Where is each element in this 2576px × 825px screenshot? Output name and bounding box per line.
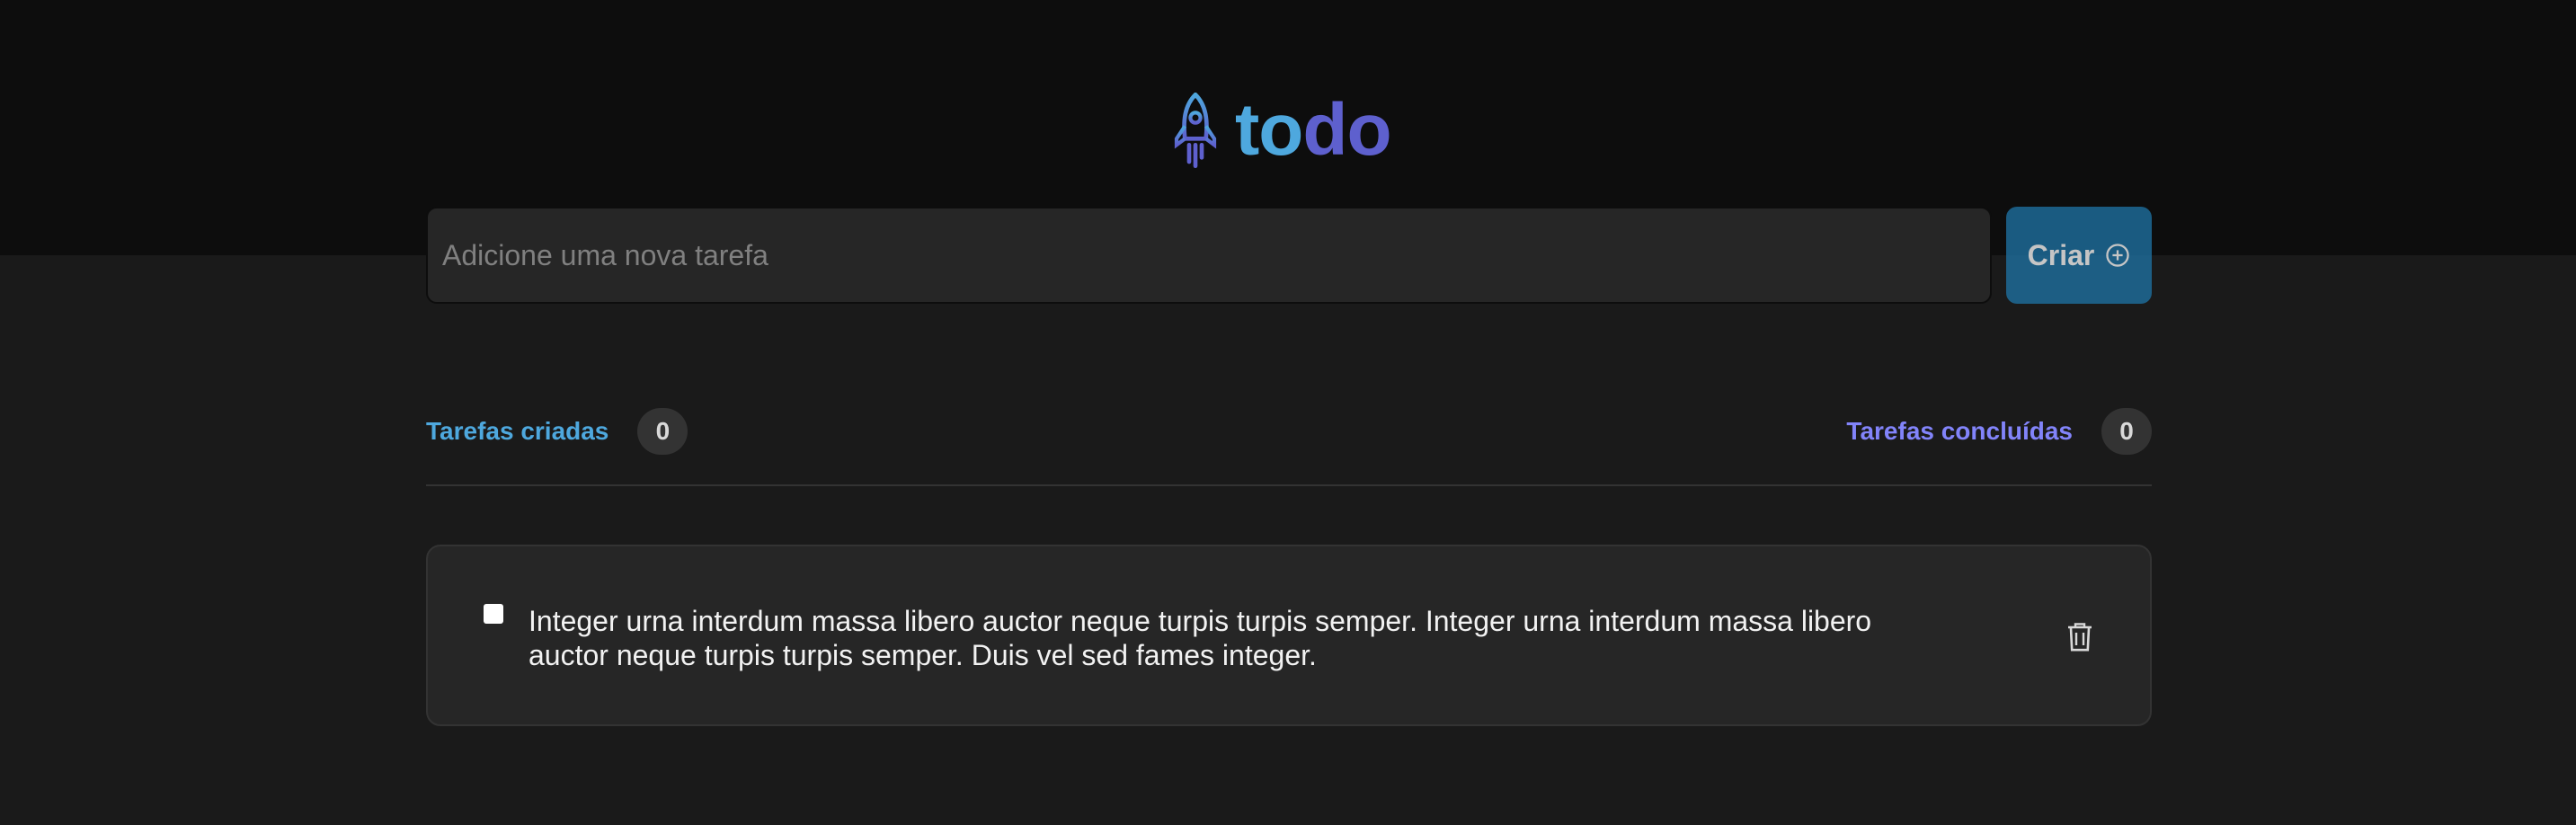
divider (426, 484, 2152, 486)
created-label: Tarefas criadas (426, 417, 609, 445)
done-counter: Tarefas concluídas 0 (1846, 408, 2152, 455)
plus-circle-icon (2106, 244, 2130, 267)
new-task-input[interactable] (426, 207, 1992, 304)
task-item: Integer urna interdum massa libero aucto… (426, 545, 2152, 726)
created-counter: Tarefas criadas 0 (426, 408, 688, 455)
task-text: Integer urna interdum massa libero aucto… (529, 605, 1872, 671)
logo-text-to: to (1235, 89, 1303, 171)
done-count-badge: 0 (2101, 408, 2152, 455)
created-count-badge: 0 (637, 408, 688, 455)
task-counters: Tarefas criadas 0 Tarefas concluídas 0 (426, 408, 2152, 455)
logo-text-do: do (1302, 89, 1391, 171)
done-label: Tarefas concluídas (1846, 417, 2073, 445)
rocket-icon (1174, 93, 1217, 168)
logo: todo (1168, 90, 1392, 171)
task-checkbox[interactable] (484, 604, 503, 624)
new-task-form: Criar (426, 207, 2152, 304)
create-button-label: Criar (2027, 238, 2095, 271)
logo-wordmark: todo (1235, 93, 1392, 167)
trash-icon[interactable] (2065, 622, 2094, 652)
todo-app: todo Criar Tarefas criadas 0 Tarefas con… (0, 0, 2576, 825)
create-button[interactable]: Criar (2006, 207, 2152, 304)
